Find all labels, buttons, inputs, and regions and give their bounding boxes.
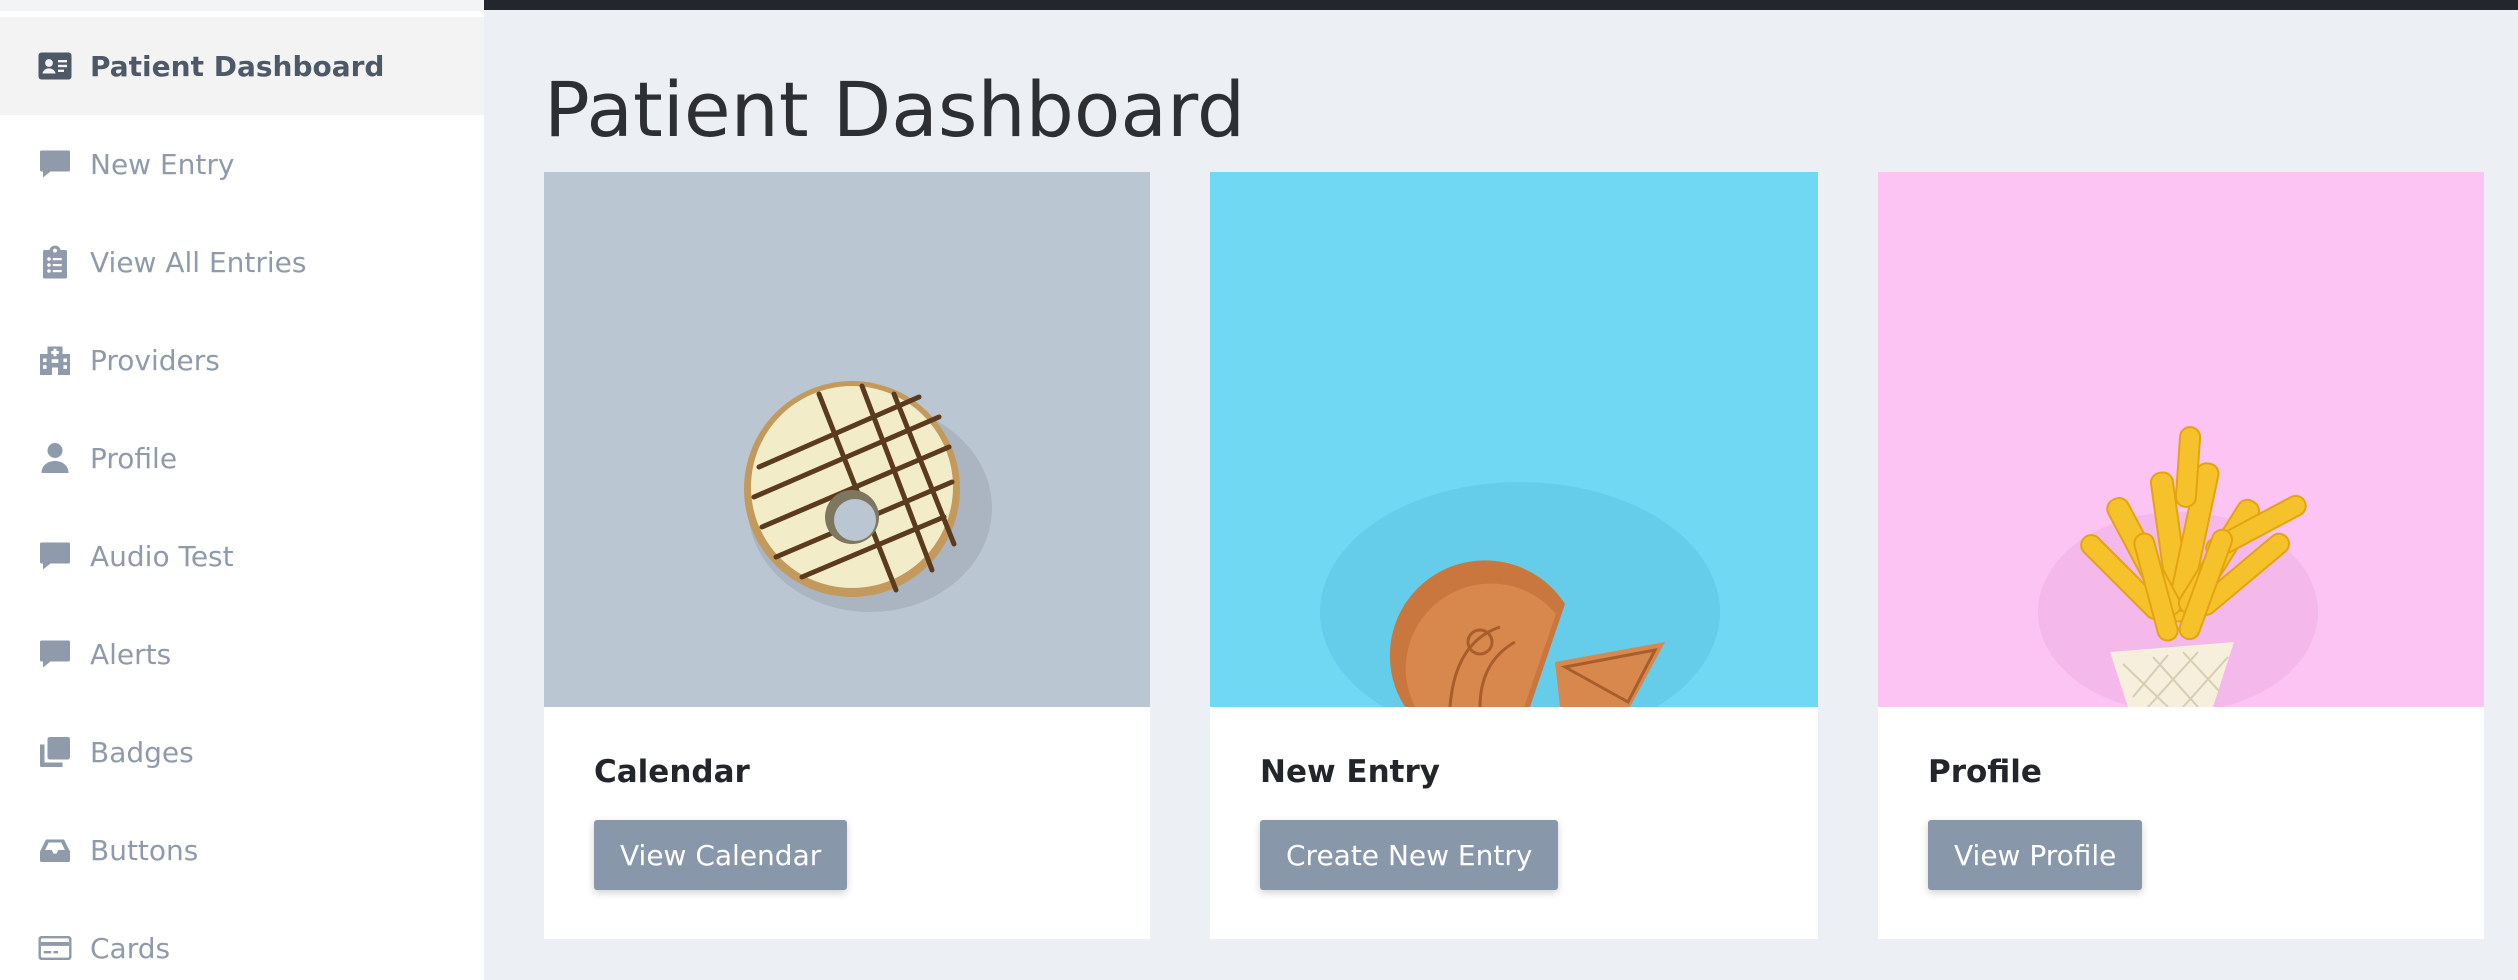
hospital-building-icon	[36, 341, 74, 379]
card-title: New Entry	[1260, 754, 1440, 790]
sidebar-item-label: Profile	[90, 441, 178, 475]
id-card-icon	[36, 47, 74, 85]
user-icon	[36, 439, 74, 477]
sidebar-item-profile[interactable]: Profile	[0, 409, 484, 507]
comment-icon	[36, 537, 74, 575]
sidebar-item-alerts[interactable]: Alerts	[0, 605, 484, 703]
sidebar-top-divider	[0, 0, 484, 11]
sidebar-item-label: Providers	[90, 343, 220, 377]
sidebar-item-label: View All Entries	[90, 245, 307, 279]
sidebar-item-buttons[interactable]: Buttons	[0, 801, 484, 899]
comment-icon	[36, 145, 74, 183]
sidebar-item-new-entry[interactable]: New Entry	[0, 115, 484, 213]
sidebar-item-providers[interactable]: Providers	[0, 311, 484, 409]
sidebar-item-label: Alerts	[90, 637, 172, 671]
pasta-photo	[1878, 172, 2484, 707]
view-profile-button[interactable]: View Profile	[1928, 820, 2143, 890]
create-new-entry-button[interactable]: Create New Entry	[1260, 820, 1559, 890]
page-title: Patient Dashboard	[544, 65, 1246, 154]
card-title: Profile	[1928, 754, 2042, 790]
card-profile: Profile View Profile	[1878, 172, 2484, 939]
sidebar-item-label: Patient Dashboard	[90, 49, 385, 83]
sidebar: Patient Dashboard New Entry View All Ent…	[0, 0, 484, 980]
sidebar-item-label: Badges	[90, 735, 194, 769]
sidebar-item-label: New Entry	[90, 147, 235, 181]
comment-icon	[36, 635, 74, 673]
sidebar-item-label: Cards	[90, 931, 171, 965]
clone-icon	[36, 733, 74, 771]
inbox-tray-icon	[36, 831, 74, 869]
sidebar-item-label: Audio Test	[90, 539, 234, 573]
donut-photo	[544, 172, 1150, 707]
mooncake-photo	[1210, 172, 1818, 707]
sidebar-item-view-all-entries[interactable]: View All Entries	[0, 213, 484, 311]
card-title: Calendar	[594, 754, 750, 790]
sidebar-item-badges[interactable]: Badges	[0, 703, 484, 801]
card-new-entry: New Entry Create New Entry	[1210, 172, 1818, 939]
sidebar-item-audio-test[interactable]: Audio Test	[0, 507, 484, 605]
card-calendar: Calendar View Calendar	[544, 172, 1150, 939]
clipboard-list-icon	[36, 243, 74, 281]
sidebar-item-label: Buttons	[90, 833, 199, 867]
view-calendar-button[interactable]: View Calendar	[594, 820, 848, 890]
top-bar	[484, 0, 2518, 10]
credit-card-icon	[36, 929, 74, 967]
sidebar-item-patient-dashboard[interactable]: Patient Dashboard	[0, 17, 484, 115]
sidebar-item-cards[interactable]: Cards	[0, 899, 484, 980]
